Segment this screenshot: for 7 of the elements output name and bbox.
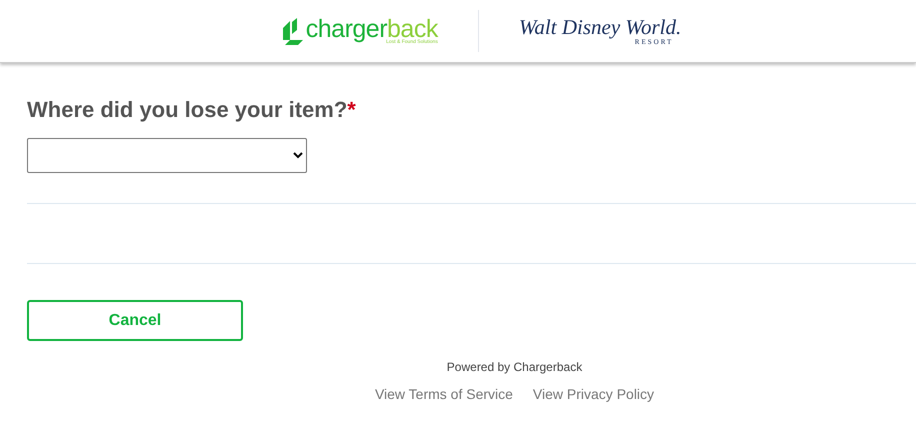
question-heading: Where did you lose your item?* bbox=[27, 97, 357, 123]
cancel-button[interactable]: Cancel bbox=[27, 300, 243, 341]
partner-logo-text: Walt Disney World. bbox=[518, 16, 682, 38]
footer-link[interactable]: View Terms of Service bbox=[374, 386, 513, 402]
footer-link[interactable]: View Privacy Policy bbox=[532, 386, 654, 402]
location-select[interactable] bbox=[27, 138, 307, 173]
powered-by-text: Powered by Chargerback bbox=[446, 360, 582, 374]
